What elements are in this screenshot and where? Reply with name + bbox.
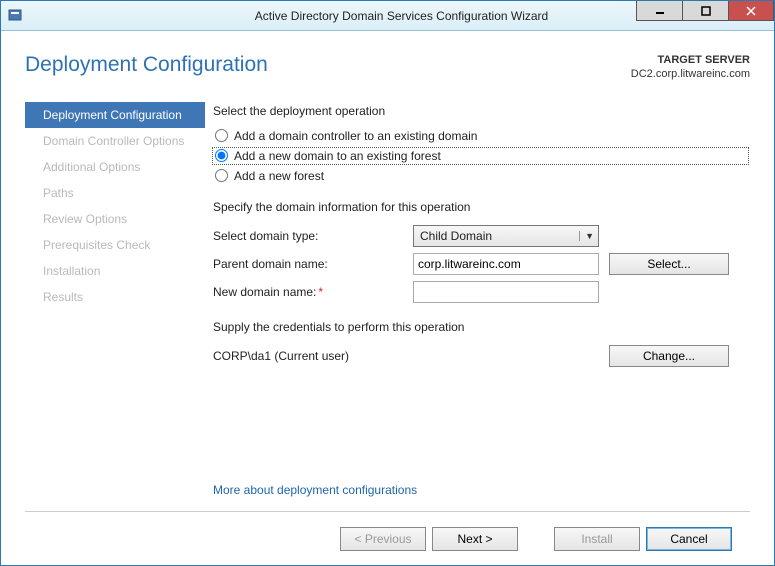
specify-domain-label: Specify the domain information for this … [213, 200, 748, 214]
previous-button[interactable]: < Previous [340, 527, 426, 551]
next-button[interactable]: Next > [432, 527, 518, 551]
radio-add-domain-existing-forest-input[interactable] [215, 149, 228, 162]
more-about-link[interactable]: More about deployment configurations [213, 475, 748, 511]
wizard-footer: < Previous Next > Install Cancel [25, 511, 750, 565]
install-button[interactable]: Install [554, 527, 640, 551]
step-review-options[interactable]: Review Options [25, 206, 205, 232]
minimize-button[interactable] [636, 1, 682, 21]
step-installation[interactable]: Installation [25, 258, 205, 284]
wizard-window: Active Directory Domain Services Configu… [0, 0, 775, 566]
select-parent-button[interactable]: Select... [609, 253, 729, 275]
radio-add-dc-existing-domain[interactable]: Add a domain controller to an existing d… [213, 128, 748, 144]
app-icon [1, 8, 29, 24]
titlebar: Active Directory Domain Services Configu… [1, 1, 774, 31]
close-button[interactable] [728, 1, 774, 21]
maximize-button[interactable] [682, 1, 728, 21]
parent-domain-input[interactable] [413, 253, 599, 275]
step-results[interactable]: Results [25, 284, 205, 310]
domain-type-select[interactable]: Child Domain ▼ [413, 225, 599, 247]
target-server-block: TARGET SERVER DC2.corp.litwareinc.com [631, 53, 750, 82]
chevron-down-icon: ▼ [579, 231, 594, 241]
parent-domain-label: Parent domain name: [213, 257, 413, 271]
main-panel: Select the deployment operation Add a do… [205, 94, 750, 511]
step-prerequisites-check[interactable]: Prerequisites Check [25, 232, 205, 258]
radio-add-new-forest-label: Add a new forest [234, 169, 324, 183]
radio-add-domain-existing-forest-label: Add a new domain to an existing forest [234, 149, 441, 163]
change-credentials-button[interactable]: Change... [609, 345, 729, 367]
target-server-label: TARGET SERVER [631, 53, 750, 67]
radio-add-dc-existing-domain-input[interactable] [215, 129, 228, 142]
page-title: Deployment Configuration [25, 53, 268, 77]
target-server-name: DC2.corp.litwareinc.com [631, 67, 750, 81]
select-operation-label: Select the deployment operation [213, 104, 748, 118]
radio-add-domain-existing-forest[interactable]: Add a new domain to an existing forest [213, 148, 748, 164]
radio-add-new-forest[interactable]: Add a new forest [213, 168, 748, 184]
new-domain-input[interactable] [413, 281, 599, 303]
credentials-label: Supply the credentials to perform this o… [213, 320, 748, 334]
radio-add-dc-existing-domain-label: Add a domain controller to an existing d… [234, 129, 477, 143]
domain-type-label: Select domain type: [213, 229, 413, 243]
step-domain-controller-options[interactable]: Domain Controller Options [25, 128, 205, 154]
radio-add-new-forest-input[interactable] [215, 169, 228, 182]
wizard-steps: Deployment Configuration Domain Controll… [25, 94, 205, 511]
step-additional-options[interactable]: Additional Options [25, 154, 205, 180]
step-deployment-configuration[interactable]: Deployment Configuration [25, 102, 205, 128]
current-credentials: CORP\da1 (Current user) [213, 349, 601, 363]
cancel-button[interactable]: Cancel [646, 527, 732, 551]
domain-type-value: Child Domain [420, 229, 492, 243]
window-controls [636, 1, 774, 21]
step-paths[interactable]: Paths [25, 180, 205, 206]
required-asterisk: * [318, 285, 323, 299]
new-domain-label: New domain name:* [213, 285, 413, 299]
